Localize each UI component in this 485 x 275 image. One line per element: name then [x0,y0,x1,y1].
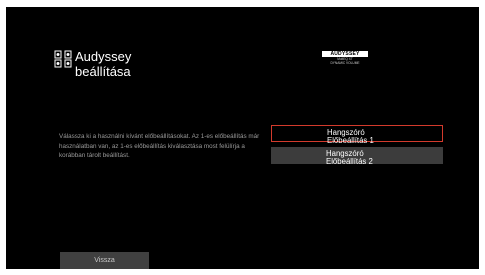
page-title-line2: beállítása [75,64,131,79]
speaker-setup-icon [54,50,72,68]
option-preset-1-line2: Előbeállítás 1 [327,136,374,145]
audyssey-logo: AUDYSSEY MultEQ XT DYNAMIC VOLUME [322,51,368,65]
description-text: Válassza ki a használni kívánt előbeállí… [59,133,260,159]
settings-screen: Audyssey beállítása AUDYSSEY MultEQ XT D… [6,7,479,269]
option-preset-1[interactable]: Hangszóró Előbeállítás 1 [271,125,443,145]
option-preset-2[interactable]: Hangszóró Előbeállítás 2 [271,147,443,166]
logo-line2: DYNAMIC VOLUME [330,61,360,65]
page-title: Audyssey beállítása [75,49,131,79]
page-title-line1: Audyssey [75,49,132,64]
back-button[interactable]: Vissza [60,252,149,269]
option-preset-2-line2: Előbeállítás 2 [326,157,373,166]
